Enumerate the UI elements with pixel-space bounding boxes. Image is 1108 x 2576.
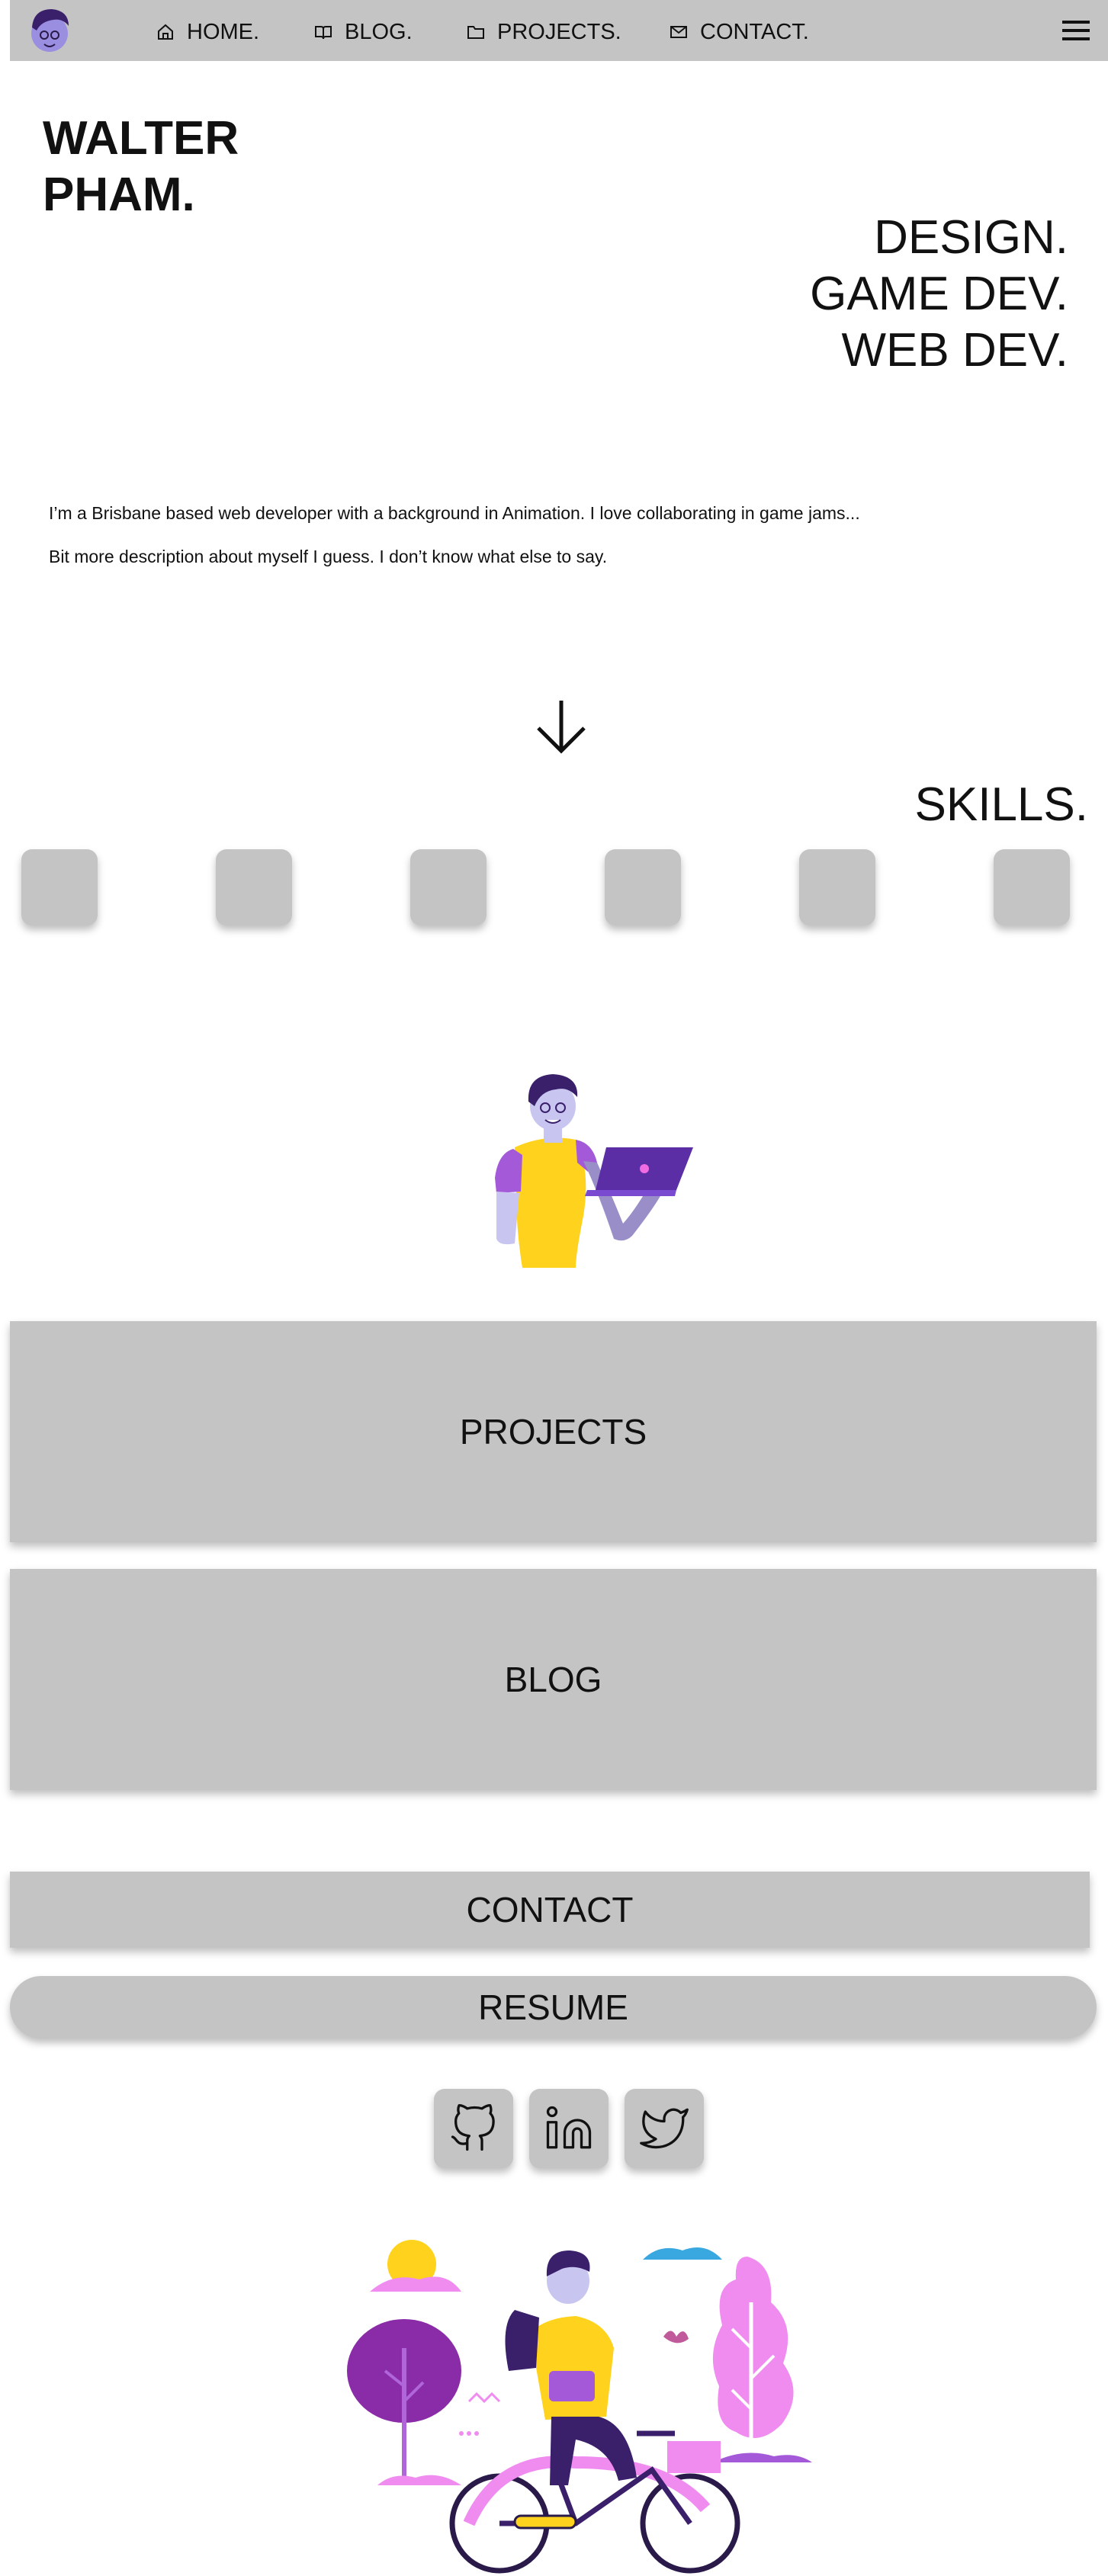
hero-name-first: WALTER xyxy=(43,112,239,165)
github-icon xyxy=(451,2104,495,2151)
mail-icon xyxy=(670,26,687,38)
tagline-web-dev: WEB DEV. xyxy=(841,324,1068,377)
avatar-logo[interactable] xyxy=(26,5,73,56)
nav-item-label: CONTACT. xyxy=(700,19,809,44)
skill-card[interactable] xyxy=(21,849,98,925)
linkedin-icon xyxy=(546,2106,592,2149)
arrow-down-icon[interactable] xyxy=(534,698,589,755)
nav-item-contact[interactable]: CONTACT. xyxy=(670,17,809,47)
skill-card[interactable] xyxy=(799,849,875,925)
hero-tagline: DESIGN. GAME DEV. WEB DEV. xyxy=(810,210,1068,379)
developer-laptop-illustration xyxy=(495,1074,693,1268)
nav-item-home[interactable]: HOME. xyxy=(156,17,259,47)
contact-button[interactable]: CONTACT xyxy=(10,1872,1090,1948)
nav-item-label: HOME. xyxy=(187,19,260,44)
projects-card[interactable]: PROJECTS xyxy=(10,1321,1097,1542)
twitter-icon xyxy=(640,2108,689,2149)
book-icon xyxy=(315,26,332,40)
intro-text-line2: Bit more description about myself I gues… xyxy=(49,547,608,566)
blog-card-label: BLOG xyxy=(504,1660,602,1699)
skill-card[interactable] xyxy=(410,849,487,925)
tagline-game-dev: GAME DEV. xyxy=(810,268,1068,320)
folder-icon xyxy=(467,26,484,39)
hero-name-last: PHAM. xyxy=(43,168,195,221)
intro-text-line1: I’m a Brisbane based web developer with … xyxy=(49,503,860,523)
nav-item-projects[interactable]: PROJECTS. xyxy=(467,17,621,47)
hero-name: WALTER PHAM. xyxy=(43,111,239,223)
blog-card[interactable]: BLOG xyxy=(10,1569,1097,1790)
nav-item-label: PROJECTS. xyxy=(497,19,621,44)
hamburger-menu-icon[interactable] xyxy=(1061,18,1091,43)
nav-item-blog[interactable]: BLOG. xyxy=(314,17,413,47)
nav-item-label: BLOG. xyxy=(345,19,413,44)
home-icon xyxy=(158,24,173,40)
github-link[interactable] xyxy=(434,2089,513,2168)
linkedin-link[interactable] xyxy=(529,2089,609,2168)
twitter-link[interactable] xyxy=(625,2089,704,2168)
projects-card-label: PROJECTS xyxy=(459,1412,647,1452)
skill-card[interactable] xyxy=(994,849,1070,925)
resume-button-label: RESUME xyxy=(478,1987,628,2027)
resume-button[interactable]: RESUME xyxy=(10,1976,1097,2039)
skills-title: SKILLS. xyxy=(914,778,1088,831)
skill-card[interactable] xyxy=(605,849,681,925)
contact-button-label: CONTACT xyxy=(466,1890,634,1930)
cyclist-illustration xyxy=(347,2240,812,2574)
skill-card[interactable] xyxy=(216,849,292,925)
tagline-design: DESIGN. xyxy=(874,211,1068,264)
